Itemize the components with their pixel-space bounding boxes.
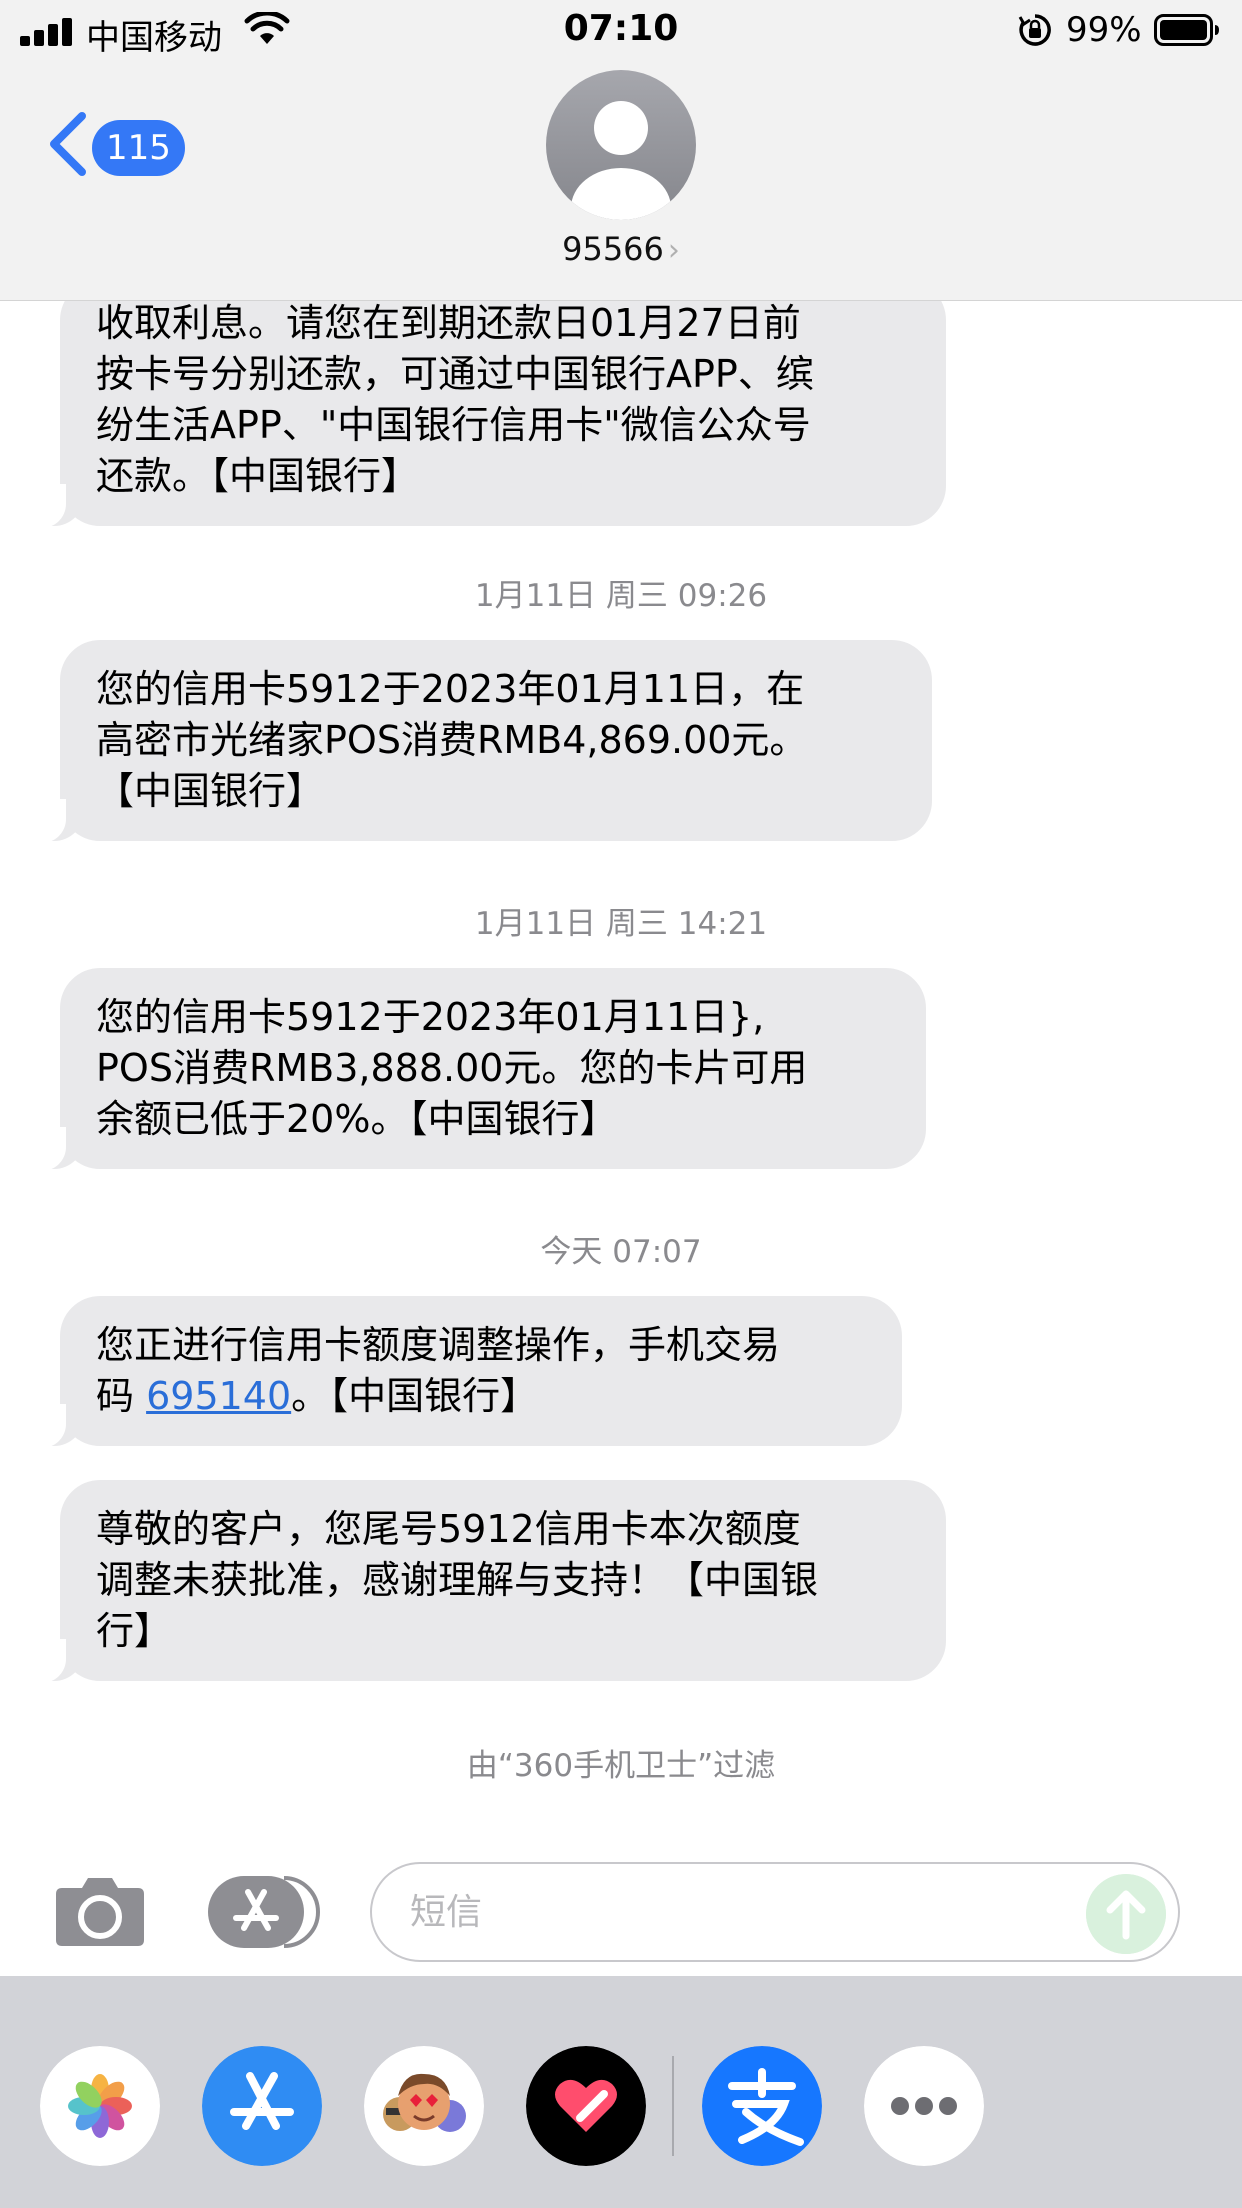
orientation-lock-icon — [1018, 14, 1051, 46]
message-line: 行】 — [96, 1609, 173, 1653]
message-line: 高密市光绪家POS消费RMB4,869.00元。 — [96, 718, 808, 762]
message-line: 尊敬的客户，您尾号5912信用卡本次额度 — [96, 1507, 801, 1551]
message-bubble[interactable]: 尊敬的客户，您尾号5912信用卡本次额度 调整未获批准，感谢理解与支持！【中国银… — [26, 1480, 946, 1683]
app-drawer — [0, 1976, 1242, 2208]
message-text: 。【中国银行】 — [291, 1374, 539, 1418]
digital-touch-icon[interactable] — [526, 2046, 646, 2166]
battery-percent: 99% — [1066, 10, 1142, 50]
message-timestamp: 1月11日 周三 14:21 — [474, 906, 768, 942]
app-store-icon[interactable] — [202, 2046, 322, 2166]
alipay-icon[interactable] — [702, 2046, 822, 2166]
message-timestamp: 今天 07:07 — [540, 1234, 702, 1270]
contact-name[interactable]: 95566 › — [0, 230, 1242, 268]
unread-count-badge: 115 — [92, 120, 185, 176]
message-line: 码 695140。【中国银行】 — [96, 1371, 866, 1422]
memoji-icon[interactable] — [364, 2046, 484, 2166]
status-bar: 中国移动 07:10 99% — [0, 0, 1242, 62]
message-line: 【中国银行】 — [96, 769, 325, 813]
message-line: POS消费RMB3,888.00元。您的卡片可用 — [96, 1046, 808, 1090]
message-timestamp: 1月11日 周三 09:26 — [474, 578, 768, 614]
drawer-divider — [672, 2056, 674, 2156]
photos-icon[interactable] — [40, 2046, 160, 2166]
contact-avatar[interactable] — [546, 70, 696, 220]
more-icon[interactable] — [864, 2046, 984, 2166]
status-time: 07:10 — [563, 8, 679, 49]
message-line: 纷生活APP、"中国银行信用卡"微信公众号 — [96, 403, 811, 447]
message-line: 按卡号分别还款，可通过中国银行APP、缤 — [96, 352, 814, 396]
message-line: 还款。【中国银行】 — [96, 454, 420, 498]
message-line: 您的信用卡5912于2023年01月11日}, — [96, 995, 765, 1039]
message-bubble[interactable]: 收取利息。请您在到期还款日01月27日前 按卡号分别还款，可通过中国银行APP、… — [26, 280, 946, 528]
chevron-right-icon: › — [667, 233, 680, 268]
back-button[interactable]: 115 — [46, 108, 186, 182]
message-line: 收取利息。请您在到期还款日01月27日前 — [96, 301, 801, 345]
camera-icon[interactable] — [54, 1874, 146, 1948]
message-line: 您正进行信用卡额度调整操作，手机交易 — [96, 1323, 781, 1367]
app-store-button[interactable] — [208, 1876, 320, 1948]
message-bubble[interactable]: 您正进行信用卡额度调整操作，手机交易 码 695140。【中国银行】 — [26, 1296, 902, 1448]
message-line: 调整未获批准，感谢理解与支持！【中国银 — [96, 1558, 819, 1602]
battery-icon — [1154, 14, 1219, 46]
message-line: 余额已低于20%。【中国银行】 — [96, 1097, 618, 1141]
verification-code-link[interactable]: 695140 — [146, 1374, 291, 1418]
filter-note: 由“360手机卫士”过滤 — [466, 1748, 776, 1784]
compose-bar — [0, 1840, 1242, 1976]
contact-number: 95566 — [562, 230, 664, 268]
message-line: 您的信用卡5912于2023年01月11日，在 — [96, 667, 805, 711]
send-button[interactable] — [1086, 1874, 1166, 1954]
message-bubble[interactable]: 您的信用卡5912于2023年01月11日}, POS消费RMB3,888.00… — [26, 968, 926, 1171]
message-input[interactable] — [370, 1862, 1180, 1962]
conversation-header: 中国移动 07:10 99% 115 95566 › — [0, 0, 1242, 301]
message-bubble[interactable]: 您的信用卡5912于2023年01月11日，在 高密市光绪家POS消费RMB4,… — [26, 640, 932, 843]
message-text: 码 — [96, 1374, 147, 1418]
chevron-left-icon — [50, 112, 86, 176]
